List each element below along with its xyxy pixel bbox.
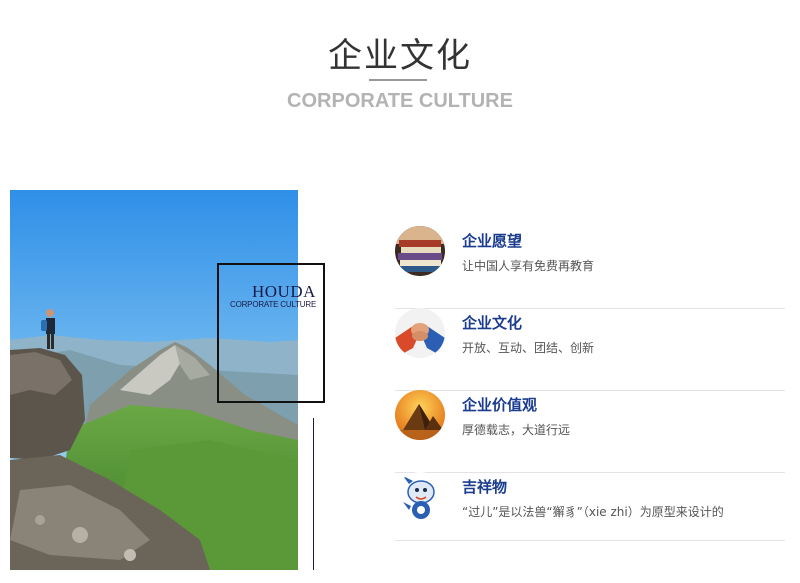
culture-item-title: 企业价值观	[462, 396, 538, 414]
brand-name: HOUDA	[252, 282, 316, 301]
culture-item-title: 吉祥物	[462, 478, 508, 496]
decorative-line	[313, 418, 314, 570]
culture-item-desc: 开放、互动、团结、创新	[462, 341, 595, 355]
culture-item-desc: “过儿”是以法兽“獬豸”（xie zhi）为原型来设计的	[462, 505, 724, 519]
culture-item-title: 企业文化	[462, 314, 523, 332]
brand-subtitle: CORPORATE CULTURE	[230, 300, 317, 309]
culture-item-values: 企业价值观 厚德载志，大道行远	[395, 390, 785, 473]
culture-item-culture: 企业文化 开放、互动、团结、创新	[395, 308, 785, 391]
books-icon	[395, 226, 445, 276]
culture-item-vision: 企业愿望 让中国人享有免费再教育	[395, 226, 785, 309]
culture-item-desc: 让中国人享有免费再教育	[462, 259, 595, 273]
culture-item-mascot: 吉祥物 “过儿”是以法兽“獬豸”（xie zhi）为原型来设计的	[395, 472, 785, 541]
handshake-icon	[395, 308, 445, 358]
mascot-icon	[395, 472, 445, 522]
culture-item-desc: 厚德载志，大道行远	[462, 423, 571, 437]
pyramid-icon	[395, 390, 445, 440]
title-divider	[369, 79, 427, 81]
page-subtitle: CORPORATE CULTURE	[287, 90, 513, 112]
culture-item-title: 企业愿望	[462, 232, 523, 250]
page-title: 企业文化	[328, 36, 472, 76]
